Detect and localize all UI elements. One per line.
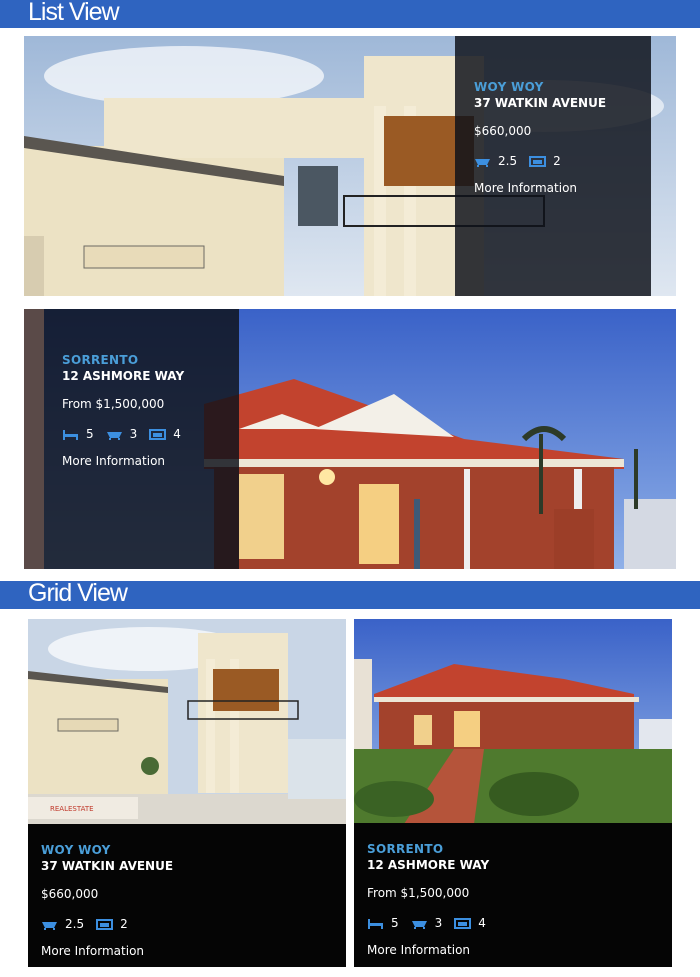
grid-card-sorrento-info: SORRENTO 12 ASHMORE WAY From $1,500,000 … xyxy=(354,823,672,967)
listing-suburb: SORRENTO xyxy=(62,353,139,367)
car-icon xyxy=(454,917,472,929)
listing-card-woy-woy[interactable]: WOY WOY 37 WATKIN AVENUE $660,000 2.5 2 … xyxy=(24,36,676,296)
watermark-logo: REALESTATE xyxy=(50,805,94,813)
bed-feature: 5 xyxy=(62,427,94,441)
listing-price: From $1,500,000 xyxy=(62,397,165,411)
listing-price: $660,000 xyxy=(474,124,532,138)
car-feature: 4 xyxy=(454,916,486,930)
bed-feature: 5 xyxy=(367,916,399,930)
grid-view-header: Grid View xyxy=(0,579,700,609)
car-feature: 4 xyxy=(149,427,181,441)
listing-street: 12 ASHMORE WAY xyxy=(367,858,490,872)
listing-suburb: WOY WOY xyxy=(41,843,111,857)
bed-icon xyxy=(368,918,383,929)
list-view-header: List View xyxy=(0,0,700,28)
grid-card-woy-woy-photo[interactable]: REALESTATE xyxy=(28,619,346,824)
listing-features: 5 3 4 xyxy=(367,916,672,930)
bath-icon xyxy=(411,920,427,929)
bath-count: 2.5 xyxy=(498,154,518,168)
bath-feature: 2.5 xyxy=(474,154,517,168)
listing-features: 2.5 2 xyxy=(474,154,651,168)
car-count: 2 xyxy=(120,917,128,931)
car-icon xyxy=(149,428,167,440)
car-feature: 2 xyxy=(529,154,561,168)
bath-count: 2.5 xyxy=(65,917,85,931)
bath-icon xyxy=(106,431,122,440)
house-photo-grid-2 xyxy=(354,619,672,824)
listing-card-sorrento[interactable]: SORRENTO 12 ASHMORE WAY From $1,500,000 … xyxy=(24,309,676,569)
listing-street: 37 WATKIN AVENUE xyxy=(474,96,607,110)
car-icon xyxy=(96,918,114,930)
list-view-title: List View xyxy=(28,0,120,26)
more-information-link[interactable]: More Information xyxy=(62,454,239,468)
bath-icon xyxy=(42,921,57,930)
bath-feature: 3 xyxy=(106,427,138,441)
more-information-link[interactable]: More Information xyxy=(474,181,651,195)
listing-street: 37 WATKIN AVENUE xyxy=(41,859,174,873)
listing-features: 2.5 2 xyxy=(41,917,346,931)
car-icon xyxy=(529,155,547,167)
more-information-link[interactable]: More Information xyxy=(41,944,346,958)
listing-overlay: WOY WOY 37 WATKIN AVENUE $660,000 2.5 2 … xyxy=(455,36,651,296)
bed-count: 5 xyxy=(86,427,94,441)
listing-suburb: SORRENTO xyxy=(367,842,444,856)
car-count: 4 xyxy=(173,427,181,441)
listing-price: $660,000 xyxy=(41,887,99,901)
car-feature: 2 xyxy=(96,917,128,931)
bath-feature: 2.5 xyxy=(41,917,84,931)
bed-count: 5 xyxy=(391,916,399,930)
grid-card-woy-woy-info: WOY WOY 37 WATKIN AVENUE $660,000 2.5 2 … xyxy=(28,824,346,967)
listing-suburb: WOY WOY xyxy=(474,80,544,94)
grid-card-sorrento-photo[interactable] xyxy=(354,619,672,824)
bath-icon xyxy=(475,158,490,167)
car-count: 4 xyxy=(478,916,486,930)
house-photo-grid-1: REALESTATE xyxy=(28,619,346,824)
grid-view-title: Grid View xyxy=(28,579,128,607)
car-count: 2 xyxy=(553,154,561,168)
listing-overlay: SORRENTO 12 ASHMORE WAY From $1,500,000 … xyxy=(44,309,239,569)
more-information-link[interactable]: More Information xyxy=(367,943,672,957)
listing-street: 12 ASHMORE WAY xyxy=(62,369,185,383)
listing-price: From $1,500,000 xyxy=(367,886,470,900)
bed-icon xyxy=(63,429,78,440)
bath-feature: 3 xyxy=(411,916,443,930)
bath-count: 3 xyxy=(129,427,138,441)
bath-count: 3 xyxy=(434,916,443,930)
listing-features: 5 3 4 xyxy=(62,427,239,441)
